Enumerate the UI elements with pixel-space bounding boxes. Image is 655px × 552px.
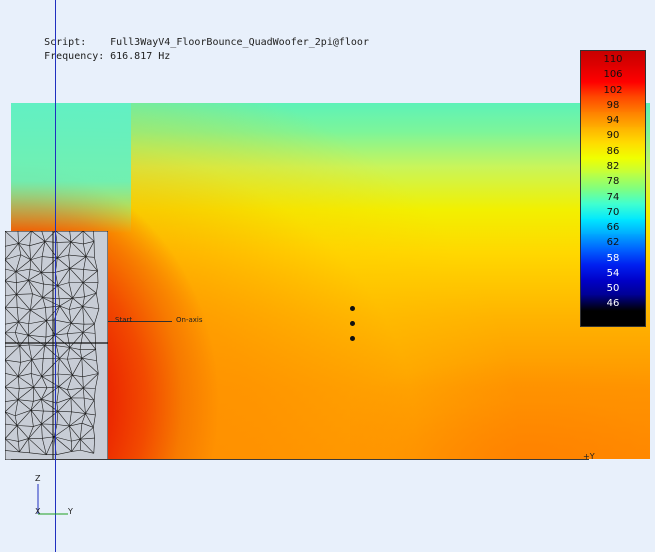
triad-y-label: Y xyxy=(68,507,73,516)
legend-entry: 66 xyxy=(581,219,645,235)
legend-value: 86 xyxy=(606,145,620,157)
vertical-axis-line xyxy=(55,0,56,552)
legend-value: 62 xyxy=(606,237,620,249)
legend-entry: 106 xyxy=(581,66,645,83)
legend-value: 82 xyxy=(606,160,620,172)
legend-value: 74 xyxy=(606,191,620,203)
legend-value: 70 xyxy=(606,206,620,218)
legend-value: 50 xyxy=(606,283,620,295)
legend-entry: 110 xyxy=(581,51,645,67)
legend-entry: 58 xyxy=(581,249,645,266)
y-axis-label: +Y xyxy=(583,452,595,461)
frequency-key: Frequency: xyxy=(44,51,105,62)
field-cool-region xyxy=(11,103,131,233)
start-label: Start xyxy=(115,316,133,324)
on-axis-label: On-axis xyxy=(176,316,203,324)
legend-entry: 50 xyxy=(581,280,645,296)
legend-value: 58 xyxy=(606,252,620,264)
legend-value: 94 xyxy=(606,115,620,127)
frequency-info: Frequency: 616.817 Hz xyxy=(20,40,170,73)
legend-value: 106 xyxy=(603,69,623,81)
legend-entry: 70 xyxy=(581,203,645,220)
legend-entry: 54 xyxy=(581,264,645,281)
legend-value: 102 xyxy=(603,84,623,96)
speaker-mesh[interactable] xyxy=(5,231,108,460)
legend-value: 110 xyxy=(603,54,623,65)
mic-point[interactable] xyxy=(350,306,355,311)
color-legend: 110 106 102 98 94 90 86 82 78 74 70 66 62 58 54 50 46 xyxy=(580,50,646,327)
axis-triad: Z X Y xyxy=(34,474,84,524)
legend-entry: 98 xyxy=(581,96,645,113)
legend-entry: 78 xyxy=(581,173,645,189)
triad-z-label: Z xyxy=(35,474,41,483)
mic-point[interactable] xyxy=(350,321,355,326)
legend-entry: 46 xyxy=(581,295,645,312)
legend-entry xyxy=(581,310,645,326)
floor-baseline xyxy=(11,459,589,460)
field-viewport[interactable]: Script: Full3WayV4_FloorBounce_QuadWoofer… xyxy=(0,0,655,552)
legend-value: 66 xyxy=(606,222,620,234)
legend-value: 90 xyxy=(606,130,620,142)
triad-x-label: X xyxy=(35,507,41,516)
legend-entry: 74 xyxy=(581,188,645,205)
legend-entry: 86 xyxy=(581,142,645,159)
legend-entry: 94 xyxy=(581,112,645,128)
legend-value: 78 xyxy=(606,176,620,188)
frequency-value: 616.817 Hz xyxy=(110,51,171,62)
legend-entry: 90 xyxy=(581,127,645,144)
legend-entry: 82 xyxy=(581,157,645,174)
legend-value: 98 xyxy=(606,99,620,111)
field-warm-region xyxy=(350,319,650,459)
mic-point[interactable] xyxy=(350,336,355,341)
legend-value: 54 xyxy=(606,267,620,279)
legend-entry: 62 xyxy=(581,234,645,251)
legend-value: 46 xyxy=(606,298,620,310)
legend-entry: 102 xyxy=(581,81,645,98)
